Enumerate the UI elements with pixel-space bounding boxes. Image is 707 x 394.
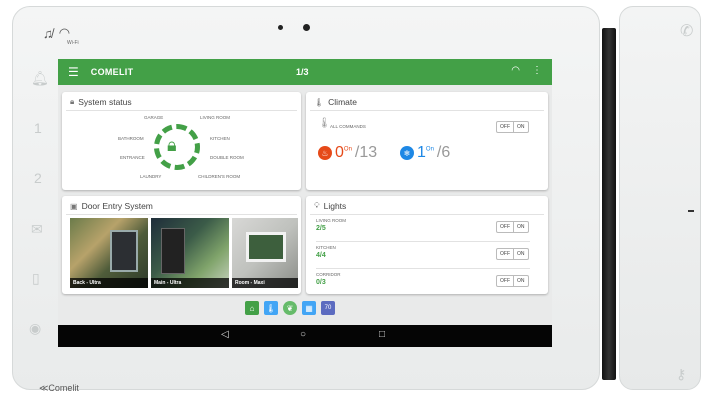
- heating-stat[interactable]: ♨ 0On/13: [318, 144, 377, 162]
- padlock-icon: 🔒︎: [167, 135, 177, 155]
- wifi-icon[interactable]: ◠: [511, 65, 520, 76]
- camera-lens: [303, 24, 310, 31]
- light-toggle[interactable]: OFF ON: [496, 221, 529, 233]
- sensor-dot: [278, 25, 283, 30]
- climate-card[interactable]: 🌡︎ Climate 🌡︎ ALL COMMANDS OFF ON ♨ 0On/1…: [306, 92, 548, 190]
- on-button[interactable]: ON: [513, 222, 528, 232]
- calendar-app-icon[interactable]: 70: [321, 301, 335, 315]
- system-status-card[interactable]: 🔒︎ System status 🔒︎ GARAGE LIVING ROOM BA…: [62, 92, 301, 190]
- light-toggle[interactable]: OFF ON: [496, 248, 529, 260]
- off-button[interactable]: OFF: [497, 276, 513, 286]
- light-count: 2/5: [316, 225, 326, 232]
- card-title: Climate: [328, 97, 357, 107]
- light-row[interactable]: KITCHEN 4/4 OFF ON: [316, 243, 530, 269]
- menu-icon[interactable]: ☰: [68, 65, 79, 79]
- key-1-icon[interactable]: 1: [34, 121, 42, 135]
- light-count: 4/4: [316, 252, 326, 259]
- home-icon[interactable]: ○: [300, 329, 306, 341]
- zone-label: LIVING ROOM: [200, 115, 231, 120]
- light-room-name: LIVING ROOM: [316, 218, 347, 223]
- zone-label: GARAGE: [144, 115, 164, 120]
- lights-card[interactable]: 💡︎ Lights LIVING ROOM 2/5 OFF ON KITCHEN …: [306, 196, 548, 294]
- thermometer-icon: 🌡︎: [314, 97, 325, 107]
- app-title: COMELIT: [90, 67, 134, 77]
- off-button[interactable]: OFF: [497, 249, 513, 259]
- light-room-name: CORRIDOR: [316, 272, 341, 277]
- cooling-total: /6: [436, 144, 451, 161]
- lock-icon: 🔒︎: [70, 97, 75, 106]
- camera-feed[interactable]: Room - Maxi: [232, 218, 298, 288]
- heating-total: /13: [354, 144, 378, 161]
- phone-icon[interactable]: ✆: [680, 24, 693, 40]
- thermometer-app-icon[interactable]: 🌡︎: [264, 301, 278, 315]
- door-entry-card[interactable]: ▣ Door Entry System Back - Ultra Main - U…: [62, 196, 301, 294]
- all-commands-toggle[interactable]: OFF ON: [496, 121, 529, 133]
- navigation-bar: ◁ ○ □: [58, 325, 552, 347]
- page-indicator: 1/3: [296, 67, 309, 77]
- camera-feed[interactable]: Main - Ultra: [151, 218, 229, 288]
- mute-icon: ♫̸: [43, 25, 53, 41]
- handset-slot: [688, 210, 694, 212]
- alarm-status-ring[interactable]: 🔒︎: [154, 124, 200, 170]
- brand-logo: ≪Comelit: [39, 383, 79, 393]
- on-button[interactable]: ON: [513, 122, 528, 132]
- door-icon[interactable]: ▯: [32, 271, 40, 285]
- handset-panel: ✆ ⚷: [619, 6, 701, 390]
- key-icon[interactable]: ⚷: [676, 367, 686, 381]
- device-side-strip: [602, 28, 616, 380]
- zone-label: LAUNDRY: [140, 174, 162, 179]
- recents-icon[interactable]: □: [379, 329, 385, 341]
- envelope-icon[interactable]: ✉: [31, 222, 43, 236]
- status-icons: ♫̸ ◠: [43, 25, 70, 41]
- card-title: Lights: [323, 201, 347, 211]
- overflow-menu-icon[interactable]: ⋮: [532, 65, 542, 76]
- zone-label: ENTRANCE: [120, 155, 145, 160]
- wifi-status-icon: ◠: [58, 25, 71, 40]
- light-row[interactable]: CORRIDOR 0/3 OFF ON: [316, 270, 530, 296]
- grid-app-icon[interactable]: ▦: [302, 301, 316, 315]
- off-button[interactable]: OFF: [497, 222, 513, 232]
- camera-feed[interactable]: Back - Ultra: [70, 218, 148, 288]
- card-title: Door Entry System: [81, 201, 153, 211]
- on-button[interactable]: ON: [513, 249, 528, 259]
- camera-label: Back - Ultra: [70, 278, 148, 288]
- camera-label: Main - Ultra: [151, 278, 229, 288]
- light-room-name: KITCHEN: [316, 245, 336, 250]
- app-bar: ☰ COMELIT 1/3 ◠ ⋮: [58, 59, 552, 85]
- home-app-icon[interactable]: ⌂: [245, 301, 259, 315]
- on-suffix: On: [425, 146, 434, 153]
- thermometer-small-icon: 🌡︎: [318, 118, 331, 129]
- light-count: 0/3: [316, 279, 326, 286]
- touch-screen: ☰ COMELIT 1/3 ◠ ⋮ 🔒︎ System status 🔒︎ GAR…: [58, 59, 552, 347]
- light-toggle[interactable]: OFF ON: [496, 275, 529, 287]
- bell-icon[interactable]: 🔔︎: [31, 71, 49, 85]
- light-row[interactable]: LIVING ROOM 2/5 OFF ON: [316, 216, 530, 242]
- wifi-label: Wi-Fi: [67, 40, 79, 46]
- cooling-on-count: 1: [417, 144, 426, 161]
- all-commands-label: ALL COMMANDS: [330, 124, 366, 129]
- on-suffix: On: [343, 146, 352, 153]
- app-shortcuts: ⌂ 🌡︎ ❦ ▦ 70: [245, 301, 335, 315]
- cooling-stat[interactable]: ❄ 1On/6: [400, 144, 450, 162]
- zone-label: BATHROOM: [118, 136, 144, 141]
- back-icon[interactable]: ◁: [221, 329, 229, 341]
- eye-icon[interactable]: ◉: [29, 321, 41, 335]
- key-2-icon[interactable]: 2: [34, 171, 42, 185]
- on-button[interactable]: ON: [513, 276, 528, 286]
- leaf-app-icon[interactable]: ❦: [283, 301, 297, 315]
- flame-icon: ♨: [318, 146, 332, 160]
- door-entry-icon: ▣: [70, 201, 78, 211]
- zone-label: DOUBLE ROOM: [210, 155, 244, 160]
- heating-on-count: 0: [335, 144, 344, 161]
- camera-label: Room - Maxi: [232, 278, 298, 288]
- zone-label: KITCHEN: [210, 136, 230, 141]
- off-button[interactable]: OFF: [497, 122, 513, 132]
- card-title: System status: [78, 97, 132, 107]
- zone-label: CHILDREN'S ROOM: [198, 174, 241, 179]
- snowflake-icon: ❄: [400, 146, 414, 160]
- lightbulb-icon: 💡︎: [314, 201, 320, 210]
